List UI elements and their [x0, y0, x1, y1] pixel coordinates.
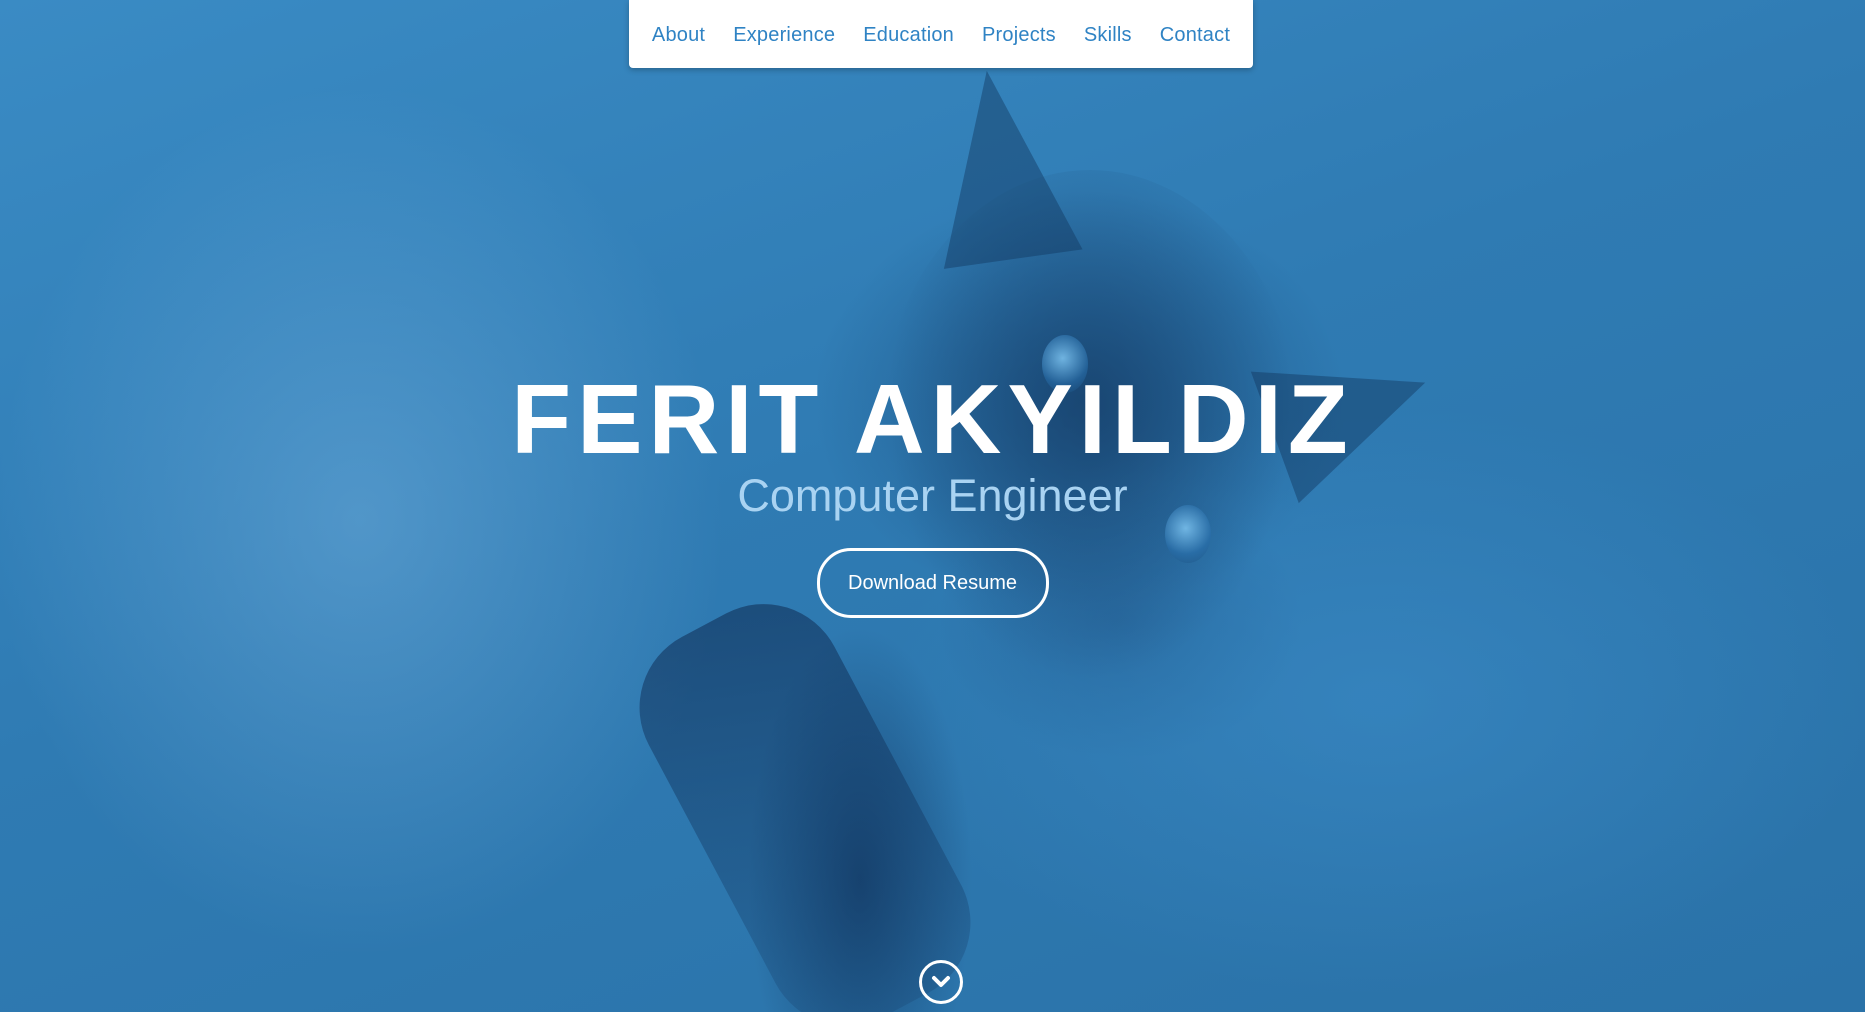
- hero-section: About Experience Education Projects Skil…: [0, 0, 1865, 1012]
- hero-name: FERIT AKYILDIZ: [511, 364, 1354, 474]
- top-navigation: About Experience Education Projects Skil…: [629, 0, 1253, 68]
- nav-link-about[interactable]: About: [652, 22, 705, 47]
- nav-link-projects[interactable]: Projects: [982, 22, 1056, 47]
- hero-content: FERIT AKYILDIZ Computer Engineer Downloa…: [0, 370, 1865, 618]
- chevron-down-icon: [932, 976, 950, 987]
- scroll-down-button[interactable]: [919, 960, 963, 1004]
- nav-link-contact[interactable]: Contact: [1160, 22, 1230, 47]
- nav-link-experience[interactable]: Experience: [733, 22, 835, 47]
- hero-subtitle: Computer Engineer: [737, 470, 1128, 521]
- nav-link-education[interactable]: Education: [863, 22, 954, 47]
- download-resume-button[interactable]: Download Resume: [816, 547, 1049, 618]
- nav-link-skills[interactable]: Skills: [1084, 22, 1132, 47]
